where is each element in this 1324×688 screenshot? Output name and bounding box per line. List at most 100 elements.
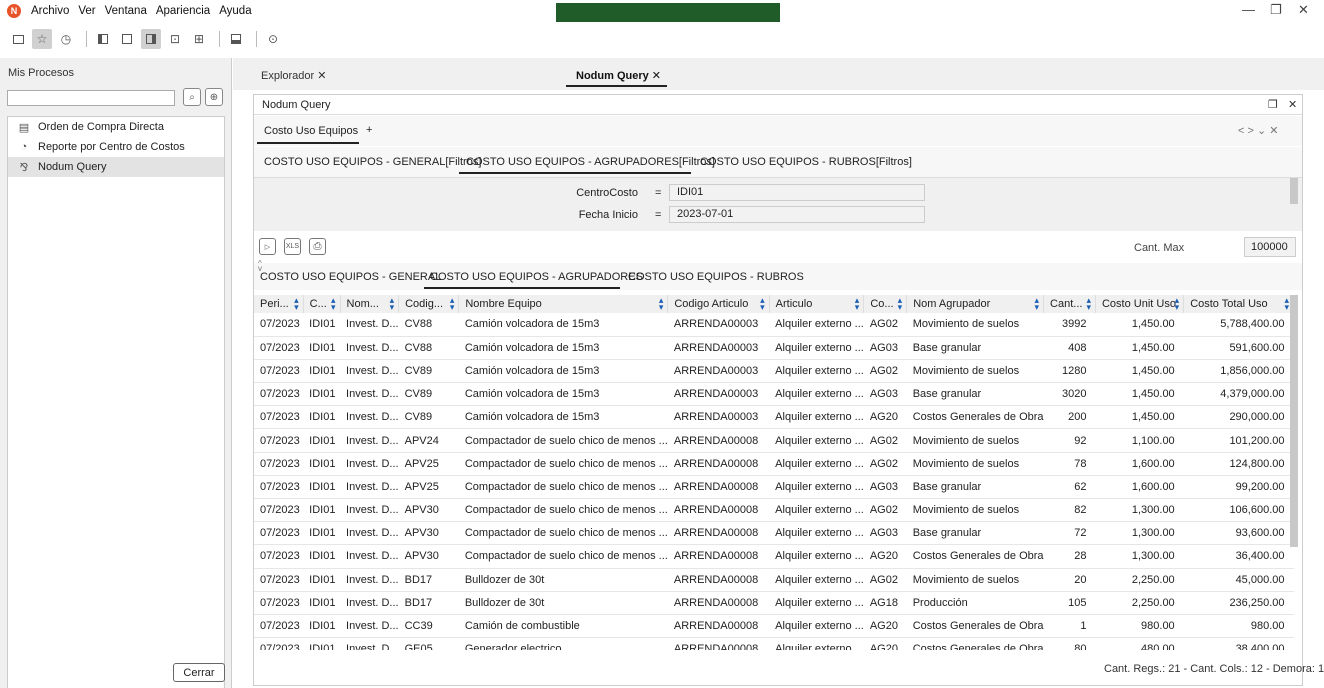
minimize-button[interactable]: —: [1242, 2, 1255, 17]
table-cell: AG02: [863, 313, 907, 337]
table-row[interactable]: 07/2023 IDI01 Invest. D... CV89 Camión volca…: [254, 359, 1294, 384]
table-cell: Invest. D...: [340, 568, 399, 592]
tab-filter-general[interactable]: COSTO USO EQUIPOS - GENERAL[Filtros]: [264, 156, 481, 168]
column-header-label: Codig...: [405, 298, 444, 310]
table-cell: 1,300.00: [1095, 498, 1184, 523]
tab-explorador[interactable]: Explorador ✕: [261, 69, 326, 82]
column-header[interactable]: Nombre Equipo ▴ ▾: [458, 295, 669, 313]
menu-apariencia[interactable]: Apariencia: [156, 5, 210, 17]
column-header[interactable]: Codigo Articulo ▴ ▾: [667, 295, 770, 313]
table-cell: Invest. D...: [340, 637, 399, 650]
sort-icon[interactable]: ▴ ▾: [390, 296, 395, 312]
menu-ayuda[interactable]: Ayuda: [219, 5, 251, 17]
table-row[interactable]: 07/2023 IDI01 Invest. D... GE05 Generador el…: [254, 637, 1294, 650]
table-row[interactable]: 07/2023 IDI01 Invest. D... CV89 Camión volca…: [254, 405, 1294, 430]
maximize-button[interactable]: ❐: [1270, 2, 1282, 18]
table-row[interactable]: 07/2023 IDI01 Invest. D... APV25 Compactador…: [254, 452, 1294, 476]
restore-icon[interactable]: ❐: [1268, 98, 1278, 111]
tab-filter-agrupadores[interactable]: COSTO USO EQUIPOS - AGRUPADORES[Filtros]: [466, 156, 715, 168]
process-item[interactable]: ◔ Reporte por Centro de Costos: [8, 137, 224, 157]
menu-archivo[interactable]: Archivo: [31, 5, 69, 17]
column-header[interactable]: Costo Unit Uso ▴ ▾: [1095, 295, 1185, 313]
tab-costo-uso-equipos[interactable]: Costo Uso Equipos: [264, 125, 358, 137]
table-row[interactable]: 07/2023 IDI01 Invest. D... CV89 Camión volca…: [254, 382, 1294, 407]
star-icon[interactable]: ☆: [32, 29, 52, 49]
cant-max-input[interactable]: 100000: [1244, 237, 1296, 257]
table-row[interactable]: 07/2023 IDI01 Invest. D... CV88 Camión volca…: [254, 313, 1294, 337]
column-header[interactable]: Peri... ▴ ▾: [254, 295, 304, 313]
layout-left-icon[interactable]: [93, 29, 113, 49]
sort-icon[interactable]: ▴ ▾: [659, 296, 664, 312]
clock-icon[interactable]: ◷: [56, 29, 76, 49]
table-cell: Alquiler externo ...: [769, 405, 864, 430]
sort-icon[interactable]: ▴ ▾: [450, 296, 455, 312]
table-scrollbar[interactable]: [1290, 295, 1298, 547]
table-cell: Movimiento de suelos: [906, 452, 1044, 476]
grid-layout-icon[interactable]: ⊞: [189, 29, 209, 49]
table-cell: 1,450.00: [1095, 336, 1184, 360]
sort-icon[interactable]: ▴ ▾: [331, 296, 336, 312]
column-header[interactable]: Cant... ▴ ▾: [1043, 295, 1096, 313]
sort-icon[interactable]: ▴ ▾: [855, 296, 860, 312]
sort-icon[interactable]: ▴ ▾: [1086, 296, 1091, 312]
layout-split-icon[interactable]: [141, 29, 161, 49]
sort-icon[interactable]: ▴ ▾: [1035, 296, 1040, 312]
table-row[interactable]: 07/2023 IDI01 Invest. D... APV25 Compactador…: [254, 475, 1294, 500]
export-xls-icon[interactable]: XLS: [284, 238, 301, 255]
sort-icon[interactable]: ▴ ▾: [898, 296, 903, 312]
tab-navigation-controls[interactable]: < > ⌄ ✕: [1238, 124, 1278, 137]
table-row[interactable]: 07/2023 IDI01 Invest. D... BD17 Bulldozer de…: [254, 568, 1294, 592]
table-cell: Camión volcadora de 15m3: [458, 359, 668, 384]
table-cell: 07/2023: [254, 359, 304, 384]
table-row[interactable]: 07/2023 IDI01 Invest. D... APV30 Compactador…: [254, 521, 1294, 546]
process-search-input[interactable]: [7, 90, 175, 106]
table-row[interactable]: 07/2023 IDI01 Invest. D... BD17 Bulldozer de…: [254, 591, 1294, 615]
tab-grid-agrupadores[interactable]: COSTO USO EQUIPOS - AGRUPADORES: [430, 271, 643, 283]
tab-nodum-query[interactable]: Nodum Query ✕: [576, 69, 661, 82]
table-row[interactable]: 07/2023 IDI01 Invest. D... APV30 Compactador…: [254, 544, 1294, 569]
search-icon[interactable]: ⌕: [183, 88, 201, 106]
column-header[interactable]: Codig... ▴ ▾: [398, 295, 460, 313]
close-button[interactable]: Cerrar: [173, 663, 225, 682]
collapse-chevron-icon[interactable]: ^ v: [258, 260, 262, 273]
dashboard-icon[interactable]: ⊙: [263, 29, 283, 49]
table-row[interactable]: 07/2023 IDI01 Invest. D... APV30 Compactador…: [254, 498, 1294, 523]
play-icon[interactable]: ▷: [259, 238, 276, 255]
close-window-button[interactable]: ✕: [1298, 2, 1309, 18]
sort-icon[interactable]: ▴ ▾: [294, 296, 299, 312]
tab-filter-rubros[interactable]: COSTO USO EQUIPOS - RUBROS[Filtros]: [700, 156, 912, 168]
column-header[interactable]: C... ▴ ▾: [303, 295, 341, 313]
filter-scrollbar[interactable]: [1290, 178, 1298, 204]
filter-value-field[interactable]: IDI01: [669, 184, 925, 201]
print-icon[interactable]: ⎙: [309, 238, 326, 255]
tab-grid-general[interactable]: COSTO USO EQUIPOS - GENERAL: [260, 271, 441, 283]
monitor-icon[interactable]: ⊡: [165, 29, 185, 49]
table-cell: 1,450.00: [1095, 359, 1184, 384]
table-row[interactable]: 07/2023 IDI01 Invest. D... CC39 Camión de co…: [254, 614, 1294, 639]
main-tabs: Explorador ✕ Nodum Query ✕: [233, 58, 1324, 90]
tab-grid-rubros[interactable]: COSTO USO EQUIPOS - RUBROS: [628, 271, 804, 283]
column-header[interactable]: Nom Agrupador ▴ ▾: [906, 295, 1045, 313]
window-icon[interactable]: [8, 29, 28, 49]
column-header[interactable]: Costo Total Uso ▴ ▾: [1183, 295, 1294, 313]
process-item[interactable]: ▤ Orden de Compra Directa: [8, 117, 224, 137]
menu-ventana[interactable]: Ventana: [105, 5, 147, 17]
column-header[interactable]: Articulo ▴ ▾: [769, 295, 865, 313]
add-tab-button[interactable]: +: [366, 124, 372, 136]
sort-icon[interactable]: ▴ ▾: [760, 296, 765, 312]
column-header[interactable]: Nom... ▴ ▾: [340, 295, 400, 313]
column-header[interactable]: Co... ▴ ▾: [863, 295, 908, 313]
table-row[interactable]: 07/2023 IDI01 Invest. D... CV88 Camión volca…: [254, 336, 1294, 360]
layout-single-icon[interactable]: [117, 29, 137, 49]
filter-value-field[interactable]: 2023-07-01: [669, 206, 925, 223]
table-cell: IDI01: [303, 637, 341, 650]
panel-icon[interactable]: [226, 29, 246, 49]
table-cell: Alquiler externo ...: [769, 359, 864, 384]
sort-icon[interactable]: ▴ ▾: [1284, 296, 1289, 312]
sort-icon[interactable]: ▴ ▾: [1175, 296, 1180, 312]
menu-ver[interactable]: Ver: [78, 5, 95, 17]
process-item-selected[interactable]: ⅋ Nodum Query: [8, 157, 224, 177]
close-icon[interactable]: ✕: [1288, 98, 1297, 111]
table-row[interactable]: 07/2023 IDI01 Invest. D... APV24 Compactador…: [254, 428, 1294, 453]
advanced-search-icon[interactable]: ⊕: [205, 88, 223, 106]
